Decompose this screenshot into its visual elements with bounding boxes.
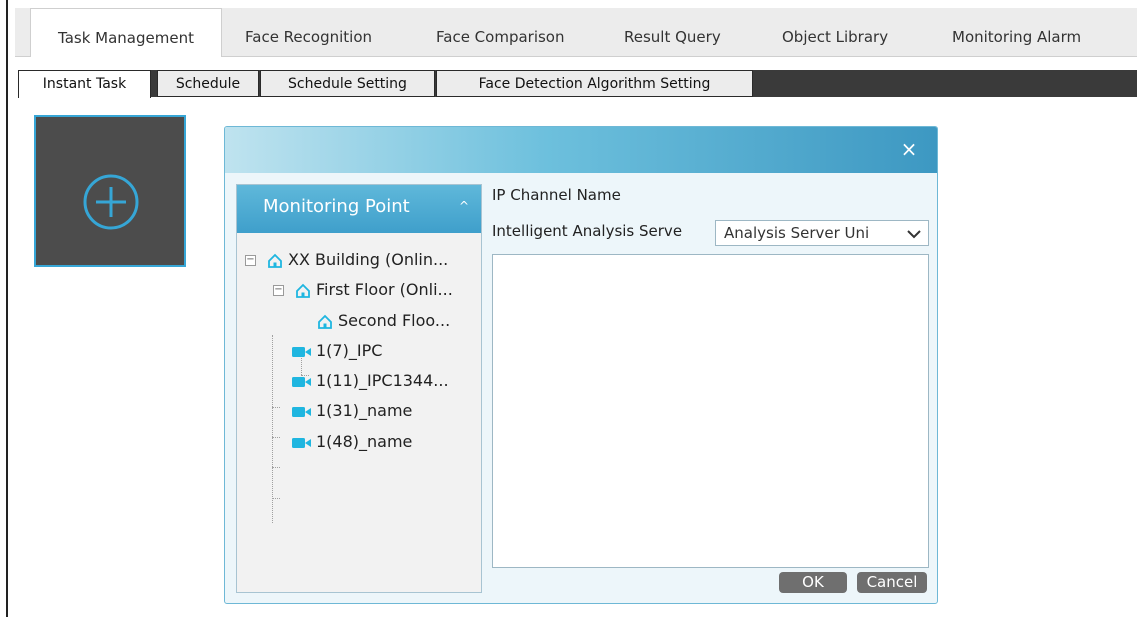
camera-icon	[292, 346, 311, 357]
analysis-server-value: Analysis Server Uni	[724, 224, 870, 242]
tree-header[interactable]: Monitoring Point ^	[237, 185, 481, 233]
tree-node-camera[interactable]: 1(11)_IPC1344...	[292, 369, 449, 393]
camera-icon	[292, 376, 311, 387]
tree-header-title: Monitoring Point	[263, 196, 410, 217]
tab-result-query[interactable]: Result Query	[624, 8, 721, 57]
analysis-server-label: Intelligent Analysis Serve	[492, 222, 683, 240]
house-icon	[296, 283, 310, 298]
add-task-tile[interactable]	[34, 115, 186, 267]
analysis-server-select[interactable]: Analysis Server Uni	[715, 220, 929, 246]
tree-node-label: 1(48)_name	[316, 432, 413, 451]
tree-connector	[272, 407, 280, 408]
house-icon	[268, 253, 282, 268]
tab-task-management[interactable]: Task Management	[30, 8, 222, 57]
tree-node-first-floor[interactable]: First Floor (Onli...	[295, 278, 453, 302]
tree-node-label: First Floor (Onli...	[316, 280, 453, 299]
tree-node-xx-building[interactable]: XX Building (Onlin...	[267, 248, 448, 272]
tree-connector	[272, 498, 280, 499]
tab-face-recognition[interactable]: Face Recognition	[245, 8, 372, 57]
camera-icon	[292, 437, 311, 448]
tree-node-second-floor[interactable]: Second Floo...	[317, 309, 450, 333]
tree-connector	[272, 437, 280, 438]
tab-monitoring-alarm[interactable]: Monitoring Alarm	[952, 8, 1081, 57]
main-tab-bar: Task Management Face Recognition Face Co…	[15, 8, 1137, 57]
left-border	[6, 0, 8, 617]
add-task-dialog: × Monitoring Point ^ − XX Building (Onli…	[224, 126, 938, 604]
plus-circle-icon	[83, 174, 139, 230]
monitoring-point-panel: Monitoring Point ^ − XX Building (Onlin.…	[236, 184, 482, 593]
collapse-toggle[interactable]: −	[245, 255, 256, 266]
subtab-schedule[interactable]: Schedule	[157, 70, 259, 97]
sub-tab-bar: Instant Task Schedule Schedule Setting F…	[18, 70, 1137, 98]
tab-object-library[interactable]: Object Library	[782, 8, 888, 57]
camera-icon	[292, 406, 311, 417]
tree-node-label: Second Floo...	[338, 311, 451, 330]
channel-list-area[interactable]	[492, 254, 929, 568]
subtab-schedule-setting[interactable]: Schedule Setting	[260, 70, 435, 97]
house-icon	[318, 314, 332, 329]
tree-node-camera[interactable]: 1(48)_name	[292, 430, 412, 454]
tree-node-label: 1(31)_name	[316, 401, 413, 420]
tree-connector	[272, 335, 273, 523]
tree-node-camera[interactable]: 1(31)_name	[292, 399, 412, 423]
collapse-toggle[interactable]: −	[273, 285, 284, 296]
subtab-face-detection-algorithm-setting[interactable]: Face Detection Algorithm Setting	[436, 70, 753, 97]
ip-channel-name-label: IP Channel Name	[492, 186, 621, 204]
tab-face-comparison[interactable]: Face Comparison	[436, 8, 565, 57]
tree-connector	[272, 467, 280, 468]
ok-button[interactable]: OK	[779, 572, 847, 593]
tree-node-label: 1(7)_IPC	[316, 341, 383, 360]
tree-node-label: XX Building (Onlin...	[288, 250, 449, 269]
cancel-button[interactable]: Cancel	[857, 572, 927, 593]
close-icon[interactable]: ×	[897, 135, 921, 163]
dialog-header: ×	[225, 127, 937, 173]
tree-node-camera[interactable]: 1(7)_IPC	[292, 339, 382, 363]
subtab-instant-task[interactable]: Instant Task	[18, 70, 151, 98]
chevron-down-icon	[907, 230, 921, 239]
tree-node-label: 1(11)_IPC1344...	[316, 371, 449, 390]
chevron-up-icon[interactable]: ^	[459, 199, 469, 213]
